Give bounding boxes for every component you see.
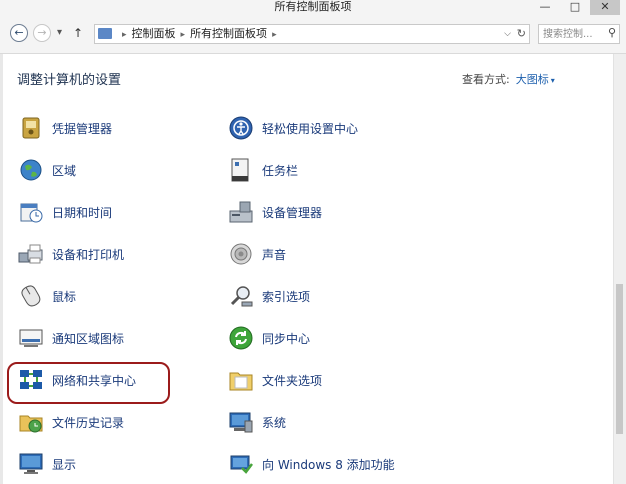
cp-item-label: 文件历史记录 (52, 415, 125, 430)
cp-item-sync-center[interactable]: 同步中心 (228, 323, 310, 353)
mouse-icon (18, 283, 44, 309)
view-by-chevron-icon[interactable]: ▾ (551, 76, 555, 85)
breadcrumb-separator: ▸ (122, 30, 127, 40)
address-bar[interactable]: ▸ 控制面板 ▸ 所有控制面板项 ▸ ⌵ ↻ (94, 24, 530, 44)
up-arrow-icon: ↑ (73, 26, 84, 40)
cp-item-label: 轻松使用设置中心 (262, 121, 359, 136)
cp-item-sound[interactable]: 声音 (228, 239, 286, 269)
back-button[interactable]: ← (10, 24, 28, 42)
recent-locations-button[interactable]: ▾ (57, 25, 62, 41)
cp-item-notification-area[interactable]: 通知区域图标 (18, 323, 124, 353)
cp-item-mouse[interactable]: 鼠标 (18, 281, 76, 311)
view-by-dropdown[interactable]: 大图标 (516, 73, 549, 86)
cp-item-devices-printers[interactable]: 设备和打印机 (18, 239, 124, 269)
breadcrumb: ▸ 控制面板 ▸ 所有控制面板项 ▸ (117, 25, 282, 44)
vertical-scrollbar[interactable] (613, 54, 626, 484)
scrollbar-thumb[interactable] (616, 284, 623, 434)
minimize-button[interactable]: — (530, 0, 560, 15)
cp-item-ease-of-access[interactable]: 轻松使用设置中心 (228, 113, 358, 143)
page-title: 调整计算机的设置 (17, 73, 122, 88)
cp-item-label: 设备和打印机 (52, 247, 125, 262)
ease-of-access-icon (228, 115, 254, 141)
address-dropdown-icon[interactable]: ⌵ (504, 25, 511, 43)
maximize-button[interactable]: □ (560, 0, 590, 15)
cp-item-label: 声音 (262, 247, 287, 262)
cp-item-label: 显示 (52, 457, 77, 472)
cp-item-label: 区域 (52, 163, 77, 178)
chevron-down-icon: ▾ (57, 27, 63, 38)
sound-icon (228, 241, 254, 267)
add-features-icon (228, 451, 254, 477)
cp-item-device-manager[interactable]: 设备管理器 (228, 197, 322, 227)
navigation-bar: ← → ▾ ↑ ▸ 控制面板 ▸ 所有控制面板项 ▸ ⌵ ↻ ⚲ (0, 15, 626, 54)
cp-item-display[interactable]: 显示 (18, 449, 76, 479)
cp-item-taskbar[interactable]: 任务栏 (228, 155, 298, 185)
cp-item-credential-manager[interactable]: 凭据管理器 (18, 113, 112, 143)
breadcrumb-separator: ▸ (272, 30, 277, 40)
file-history-icon (18, 409, 44, 435)
search-input[interactable] (543, 26, 607, 42)
forward-arrow-icon: → (37, 26, 47, 39)
cp-item-date-time[interactable]: 日期和时间 (18, 197, 112, 227)
close-button[interactable]: ✕ (590, 0, 620, 15)
cp-item-add-features[interactable]: 向 Windows 8 添加功能 (228, 449, 395, 479)
window-title: 所有控制面板项 (274, 0, 352, 13)
search-icon[interactable]: ⚲ (608, 26, 616, 39)
indexing-options-icon (228, 283, 254, 309)
control-panel-folder-icon (98, 28, 112, 39)
forward-button[interactable]: → (33, 24, 51, 42)
folder-options-icon (228, 367, 254, 393)
cp-item-indexing-options[interactable]: 索引选项 (228, 281, 310, 311)
view-by: 查看方式: 大图标 ▾ (462, 71, 555, 87)
cp-item-file-history[interactable]: 文件历史记录 (18, 407, 124, 437)
devices-printers-icon (18, 241, 44, 267)
highlight-annotation (7, 362, 170, 404)
sync-center-icon (228, 325, 254, 351)
breadcrumb-control-panel[interactable]: 控制面板 (132, 27, 176, 40)
cp-item-label: 文件夹选项 (262, 373, 323, 388)
cp-item-label: 索引选项 (262, 289, 311, 304)
breadcrumb-separator: ▸ (180, 30, 186, 40)
cp-item-label: 鼠标 (52, 289, 77, 304)
region-globe-icon (18, 157, 44, 183)
refresh-icon[interactable]: ↻ (517, 25, 526, 43)
cp-item-label: 设备管理器 (262, 205, 323, 220)
back-arrow-icon: ← (14, 26, 24, 39)
cp-item-label: 向 Windows 8 添加功能 (262, 457, 395, 472)
window-controls: — □ ✕ (530, 0, 620, 15)
cp-item-label: 任务栏 (262, 163, 299, 178)
cp-item-folder-options[interactable]: 文件夹选项 (228, 365, 322, 395)
view-by-label: 查看方式: (462, 73, 510, 86)
breadcrumb-all-items[interactable]: 所有控制面板项 (190, 27, 267, 40)
cp-item-label: 通知区域图标 (52, 331, 125, 346)
cp-item-label: 日期和时间 (52, 205, 113, 220)
notification-area-icon (18, 325, 44, 351)
display-icon (18, 451, 44, 477)
search-box[interactable]: ⚲ (538, 24, 620, 44)
cp-item-label: 凭据管理器 (52, 121, 113, 136)
system-icon (228, 409, 254, 435)
taskbar-icon (228, 157, 254, 183)
device-manager-icon (228, 199, 254, 225)
up-button[interactable]: ↑ (73, 25, 83, 41)
cp-item-label: 同步中心 (262, 331, 311, 346)
date-time-icon (18, 199, 44, 225)
cp-item-region[interactable]: 区域 (18, 155, 76, 185)
title-bar: 所有控制面板项 — □ ✕ (0, 0, 626, 15)
cp-item-label: 系统 (262, 415, 287, 430)
left-edge (0, 54, 3, 484)
cp-item-system[interactable]: 系统 (228, 407, 286, 437)
credential-manager-icon (18, 115, 44, 141)
